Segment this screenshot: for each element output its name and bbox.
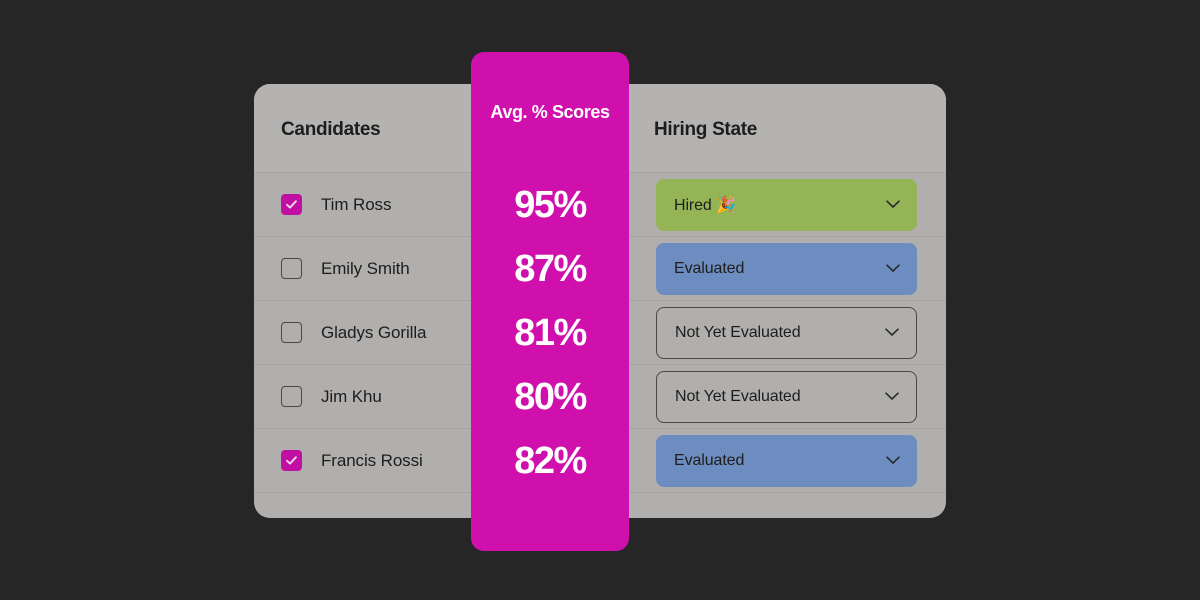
hiring-state-cell: Evaluated	[656, 237, 917, 300]
chevron-down-icon[interactable]	[885, 388, 899, 406]
candidate-name: Emily Smith	[321, 258, 410, 278]
avg-scores-panel: Avg. % Scores 95% 87% 81% 80% 82%	[471, 52, 629, 551]
hiring-state-cell: Not Yet Evaluated	[656, 365, 917, 428]
avg-score-value: 80%	[514, 375, 587, 418]
chevron-down-icon[interactable]	[886, 196, 900, 214]
candidate-checkbox[interactable]	[281, 194, 302, 215]
candidate-cell: Tim Ross	[281, 173, 391, 236]
candidate-cell: Gladys Gorilla	[281, 301, 426, 364]
candidate-checkbox[interactable]	[281, 322, 302, 343]
chevron-down-icon[interactable]	[886, 452, 900, 470]
candidate-name: Tim Ross	[321, 194, 392, 214]
candidate-name: Francis Rossi	[321, 450, 423, 470]
candidate-cell: Emily Smith	[281, 237, 410, 300]
hiring-state-cell: Evaluated	[656, 429, 917, 492]
hiring-state-value: Not Yet Evaluated	[675, 323, 801, 341]
chevron-down-icon[interactable]	[886, 260, 900, 278]
hiring-state-dropdown[interactable]: Evaluated	[656, 242, 917, 295]
hiring-state-cell: Not Yet Evaluated	[656, 301, 917, 364]
hiring-state-dropdown[interactable]: Hired 🎉	[656, 178, 917, 231]
candidate-name: Jim Khu	[321, 386, 382, 406]
avg-score-value: 81%	[514, 311, 587, 354]
hiring-state-dropdown[interactable]: Evaluated	[656, 434, 917, 487]
hiring-state-dropdown[interactable]: Not Yet Evaluated	[656, 370, 917, 423]
column-header-avg-scores: Avg. % Scores	[490, 102, 610, 122]
column-header-hiring-state: Hiring State	[654, 119, 758, 140]
hiring-state-value: Hired 🎉	[674, 196, 736, 214]
avg-score-value: 95%	[514, 183, 587, 226]
candidate-cell: Francis Rossi	[281, 429, 423, 492]
hiring-state-value: Evaluated	[674, 259, 745, 277]
avg-scores-list: 95% 87% 81% 80% 82%	[471, 173, 629, 493]
hiring-state-cell: Hired 🎉	[656, 173, 917, 236]
hiring-state-dropdown[interactable]: Not Yet Evaluated	[656, 306, 917, 359]
candidate-checkbox[interactable]	[281, 258, 302, 279]
hiring-state-value: Not Yet Evaluated	[675, 387, 801, 405]
column-header-candidates: Candidates	[281, 119, 381, 140]
avg-score-value: 82%	[514, 439, 587, 482]
candidate-checkbox[interactable]	[281, 386, 302, 407]
chevron-down-icon[interactable]	[885, 324, 899, 342]
candidate-cell: Jim Khu	[281, 365, 382, 428]
hiring-state-value: Evaluated	[674, 451, 745, 469]
candidate-checkbox[interactable]	[281, 450, 302, 471]
candidate-name: Gladys Gorilla	[321, 322, 427, 342]
avg-score-value: 87%	[514, 247, 587, 290]
